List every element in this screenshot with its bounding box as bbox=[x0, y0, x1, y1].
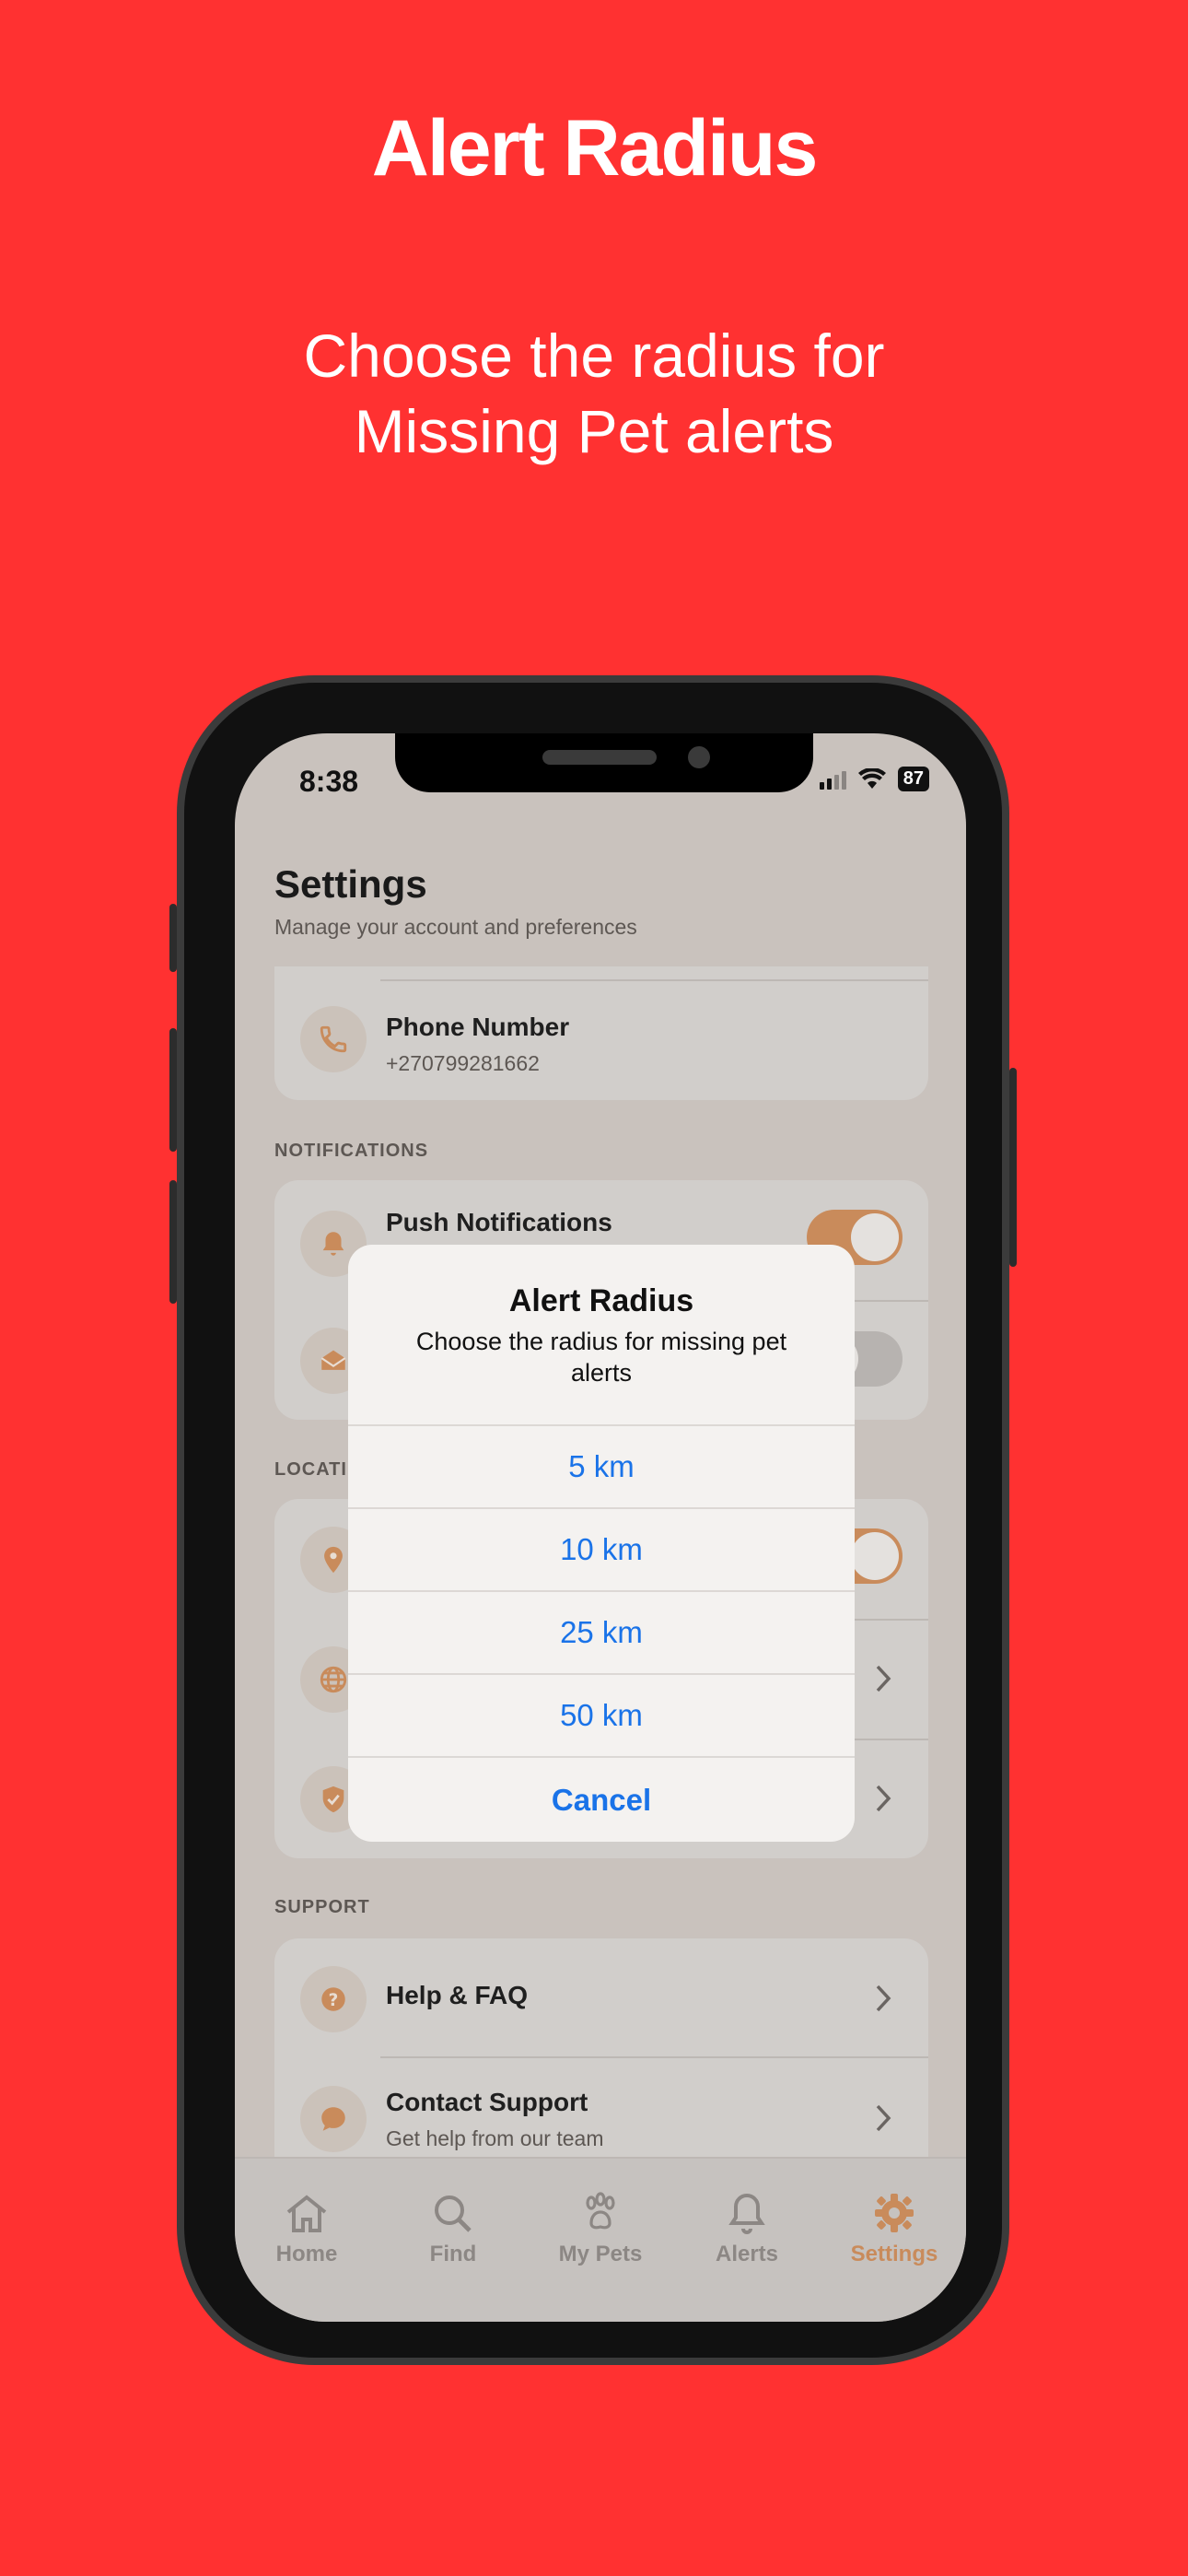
dialog-message: Choose the radius for missing pet alerts bbox=[415, 1328, 787, 1387]
promo-title: Alert Radius bbox=[371, 104, 819, 193]
phone-frame: 8:38 87 Settings Manage your account and… bbox=[169, 675, 1017, 2365]
tab-home[interactable]: Home bbox=[242, 2192, 371, 2267]
home-icon bbox=[286, 2195, 327, 2232]
contact-support-label: Contact Support bbox=[386, 2088, 588, 2116]
page-subtitle: Manage your account and preferences bbox=[274, 915, 637, 939]
location-section-label: LOCATI bbox=[274, 1459, 347, 1480]
question-icon: ? bbox=[300, 1966, 367, 2032]
radius-option-10km[interactable]: 10 km bbox=[348, 1507, 855, 1590]
camera bbox=[688, 746, 710, 768]
phone-number-label: Phone Number bbox=[386, 1013, 570, 1041]
wifi-icon bbox=[857, 767, 886, 789]
phone-icon bbox=[300, 1006, 367, 1072]
tab-settings[interactable]: Settings bbox=[830, 2192, 959, 2267]
paw-icon bbox=[586, 2192, 615, 2230]
phone-number-value: +270799281662 bbox=[386, 1051, 540, 1075]
notifications-section-label: NOTIFICATIONS bbox=[274, 1141, 429, 1161]
chevron-right-icon bbox=[876, 2104, 891, 2132]
chevron-right-icon bbox=[876, 1985, 891, 2012]
volume-up-button bbox=[169, 1028, 177, 1152]
help-faq-label: Help & FAQ bbox=[386, 1981, 529, 2009]
battery-indicator: 87 bbox=[897, 767, 929, 791]
cancel-button[interactable]: Cancel bbox=[348, 1756, 855, 1842]
search-icon bbox=[435, 2195, 472, 2232]
chevron-right-icon bbox=[876, 1665, 891, 1692]
phone-number-row[interactable]: Phone Number +270799281662 bbox=[274, 976, 928, 1095]
contact-support-sub: Get help from our team bbox=[386, 2126, 604, 2150]
gear-icon bbox=[875, 2194, 914, 2232]
tab-label: Settings bbox=[850, 2242, 938, 2266]
radius-option-25km[interactable]: 25 km bbox=[348, 1590, 855, 1673]
tab-label: My Pets bbox=[558, 2242, 643, 2266]
dialog-title: Alert Radius bbox=[508, 1283, 694, 1318]
notch bbox=[395, 733, 813, 792]
chevron-right-icon bbox=[876, 1785, 891, 1812]
account-card: Phone Number +270799281662 bbox=[274, 966, 928, 1100]
push-notifications-label: Push Notifications bbox=[386, 1208, 612, 1236]
support-section-label: SUPPORT bbox=[274, 1897, 370, 1917]
speaker bbox=[542, 750, 657, 765]
power-button bbox=[1009, 1068, 1017, 1267]
tab-find[interactable]: Find bbox=[389, 2192, 518, 2267]
promo-subtitle: Choose the radius for Missing Pet alerts bbox=[303, 322, 885, 465]
radius-option-50km[interactable]: 50 km bbox=[348, 1673, 855, 1756]
svg-text:?: ? bbox=[329, 1991, 339, 2010]
tab-bar: Home Find My Pets Alerts Settings bbox=[235, 2157, 966, 2322]
side-button bbox=[169, 904, 177, 972]
tab-label: Home bbox=[275, 2242, 338, 2266]
help-faq-row[interactable]: ? Help & FAQ bbox=[274, 1938, 928, 2058]
settings-screen: Settings Manage your account and prefere… bbox=[235, 733, 966, 2322]
bell-icon bbox=[728, 2193, 765, 2234]
status-time: 8:38 bbox=[299, 765, 359, 798]
page-title: Settings bbox=[274, 862, 427, 906]
radius-option-5km[interactable]: 5 km bbox=[348, 1424, 855, 1507]
status-indicators: 87 bbox=[819, 767, 929, 791]
volume-down-button bbox=[169, 1180, 177, 1304]
tab-alerts[interactable]: Alerts bbox=[682, 2192, 811, 2267]
tab-my-pets[interactable]: My Pets bbox=[536, 2192, 665, 2267]
signal-icon bbox=[819, 769, 846, 790]
phone-screen: 8:38 87 Settings Manage your account and… bbox=[235, 733, 966, 2322]
tab-label: Find bbox=[429, 2242, 477, 2266]
chat-icon bbox=[300, 2086, 367, 2152]
alert-radius-dialog: Alert Radius Choose the radius for missi… bbox=[348, 1245, 855, 1842]
tab-label: Alerts bbox=[715, 2242, 779, 2266]
